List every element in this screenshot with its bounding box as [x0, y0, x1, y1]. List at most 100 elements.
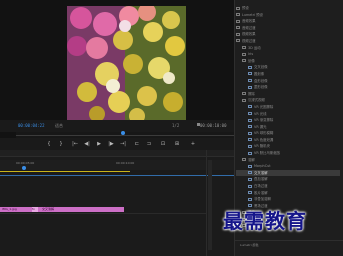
effects-item[interactable]: 沉浸式视频 [236, 97, 340, 104]
timeline-playhead[interactable] [22, 166, 26, 170]
effects-item-label: VR 球形模糊 [254, 131, 274, 136]
effects-item[interactable]: VR 光圈擦除 [236, 104, 340, 111]
go-to-out-button[interactable]: →| [120, 141, 126, 147]
overwrite-button[interactable]: ⊐ [146, 141, 152, 147]
effects-item-label: MorphCut [254, 164, 271, 169]
mark-out-button[interactable]: } [58, 141, 64, 147]
effects-item[interactable]: VR 随机块 [236, 143, 340, 150]
transport-controls [0, 138, 234, 150]
transition-label: 交叉溶解 [42, 207, 55, 211]
effects-item[interactable]: 溶解 [236, 157, 340, 164]
effect-icon [248, 79, 252, 83]
ruler-label: 00:00:05:00 [16, 161, 35, 165]
panel-divider [234, 240, 343, 241]
effects-item[interactable]: 3D 运动 [236, 45, 340, 52]
video-clip[interactable] [0, 207, 124, 212]
folder-icon [236, 19, 240, 23]
effects-item[interactable]: VR 色度泄漏 [236, 137, 340, 144]
effects-item[interactable]: 视频过渡 [236, 38, 340, 45]
effects-item-label: 圆划像 [254, 71, 265, 76]
resolution-select[interactable]: 1/2 [172, 123, 179, 128]
panel-divider[interactable] [206, 150, 207, 256]
effects-item-label: Iris [248, 52, 254, 57]
folder-icon [242, 59, 246, 63]
folder-icon [236, 13, 240, 17]
work-area-bar[interactable] [0, 171, 130, 172]
effects-item-label: 视频过渡 [242, 38, 256, 43]
folder-icon [242, 52, 246, 56]
add-button[interactable]: + [190, 141, 196, 147]
step-back-button[interactable]: ◀| [84, 141, 90, 147]
zoom-fit-select[interactable]: 适合 [55, 123, 63, 129]
effects-item[interactable]: 菱形划像 [236, 84, 340, 91]
step-forward-button[interactable]: |▶ [108, 141, 114, 147]
monitor-playhead[interactable] [121, 131, 125, 135]
effects-item[interactable]: 视频效果 [236, 31, 340, 38]
effects-item[interactable]: 音频效果 [236, 18, 340, 25]
effect-icon [248, 105, 252, 109]
effects-item[interactable]: VR 球形模糊 [236, 130, 340, 137]
effects-footer[interactable]: Lumetri 颜色 [240, 243, 259, 247]
mark-in-button[interactable]: { [46, 141, 52, 147]
effects-item-label: 胶片溶解 [254, 190, 268, 195]
video-frame-flowers [67, 6, 186, 121]
effects-item[interactable]: VR 漏光 [236, 124, 340, 131]
effect-icon [248, 197, 252, 201]
folder-icon [236, 39, 240, 43]
effects-item-label: VR 默比乌斯缩放 [254, 151, 281, 156]
effect-icon [248, 138, 252, 142]
effects-item[interactable]: 音频过渡 [236, 25, 340, 32]
clip-label: IMG_1.jpg [2, 207, 17, 211]
ruler-label: 00:00:10:00 [116, 161, 135, 165]
effects-item[interactable]: 非叠加溶解 [236, 196, 340, 203]
playhead-line [0, 175, 234, 176]
effects-item-label: 沉浸式视频 [248, 98, 265, 103]
effect-icon [248, 131, 252, 135]
play-button[interactable]: ▶ [96, 141, 102, 147]
effects-item-label: 交叉划像 [254, 65, 268, 70]
folder-icon [236, 32, 240, 36]
effects-item-label: 叠加溶解 [254, 177, 268, 182]
playhead-timecode[interactable]: 00:00:04:22 [18, 123, 45, 128]
effect-icon [248, 65, 252, 69]
insert-button[interactable]: ⊏ [134, 141, 140, 147]
effect-icon [248, 125, 252, 129]
effects-item[interactable]: 擦除 [236, 91, 340, 98]
effects-item[interactable]: 交叉划像 [236, 64, 340, 71]
effects-item[interactable]: VR 默比乌斯缩放 [236, 150, 340, 157]
effects-item-label: 非叠加溶解 [254, 197, 271, 202]
effects-item-label: 视频效果 [242, 32, 256, 37]
effect-icon [248, 112, 252, 115]
effects-item[interactable]: MorphCut [236, 163, 340, 170]
effect-icon [248, 72, 252, 76]
export-frame-button[interactable]: ⊡ [160, 141, 166, 147]
effects-item[interactable]: 交叉溶解 [236, 169, 340, 177]
fx-badge: fx [32, 207, 38, 212]
effects-item-label: 音频效果 [242, 19, 256, 24]
effects-item[interactable]: Iris [236, 51, 340, 58]
effects-item[interactable]: 预设 [236, 5, 340, 12]
effects-item-label: 预设 [242, 6, 249, 10]
effects-item[interactable]: 白场过渡 [236, 183, 340, 190]
effects-item-label: 音频过渡 [242, 25, 256, 30]
folder-icon [242, 158, 246, 162]
compare-button[interactable]: ⊞ [174, 141, 180, 147]
effects-item-label: 溶解 [248, 157, 255, 162]
effects-item[interactable]: 盒形划像 [236, 78, 340, 85]
effects-item[interactable]: 圆划像 [236, 71, 340, 78]
folder-icon [242, 46, 246, 50]
effects-item[interactable]: 胶片溶解 [236, 190, 340, 197]
effects-item[interactable]: Lumetri 预设 [236, 12, 340, 19]
effects-item[interactable]: 划像 [236, 58, 340, 65]
effects-item-label: VR 光圈擦除 [254, 104, 274, 109]
effects-item[interactable]: 叠加溶解 [236, 176, 340, 183]
timeline-tabs [0, 150, 234, 157]
effects-item[interactable]: VR 渐变擦除 [236, 117, 340, 124]
go-to-in-button[interactable]: |← [72, 141, 78, 147]
effects-tree: 预设 Lumetri 预设 音频效果 音频过渡 视频效果 视频过渡 3D 运动 Iris 划像交… [236, 5, 340, 229]
effects-item[interactable]: VR 光线 [236, 111, 340, 118]
folder-icon [236, 26, 240, 30]
effects-item-label: 盒形划像 [254, 78, 268, 83]
folder-icon [242, 98, 246, 102]
timeline-scrollbar[interactable] [208, 160, 212, 250]
